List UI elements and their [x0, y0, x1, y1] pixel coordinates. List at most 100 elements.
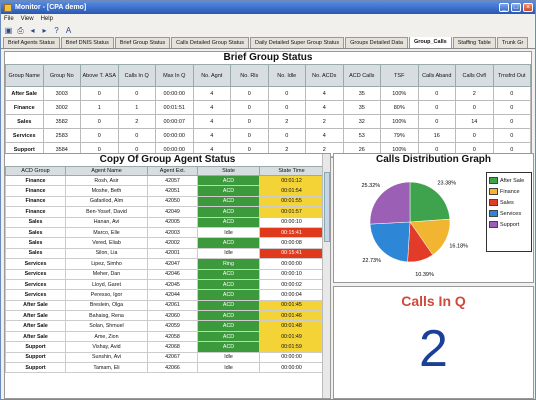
table-row[interactable]: After Sale 3003 0 0 00:00:00 4 0 0 4 35 100% 0 2 0	[5, 86, 531, 101]
minimize-button[interactable]: _	[499, 3, 509, 12]
menu-file[interactable]: File	[4, 16, 14, 22]
table-cell: 0	[492, 128, 531, 143]
table-row[interactable]: Finance Moshe, Beth 42051 ACD 00:01:54	[5, 185, 324, 197]
pie-slice-after-sale	[409, 181, 451, 223]
acd-group-cell: After Sale	[5, 299, 66, 312]
menu-help[interactable]: Help	[41, 16, 53, 22]
state-cell: ACD	[197, 289, 260, 301]
agent-name-cell: Vered, Eliab	[65, 237, 148, 249]
scrollbar-thumb[interactable]	[324, 172, 330, 242]
acd-group-cell: After Sale	[5, 320, 66, 332]
table-cell: 100%	[380, 114, 419, 129]
agent-name-cell: Sunshin, Avi	[65, 351, 148, 364]
tab-staffing-table[interactable]: Staffing Table	[452, 37, 496, 48]
tab-calls-detailed-group-status[interactable]: Calls Detailed Group Status	[171, 37, 250, 48]
table-row[interactable]: Services Meher, Dan 42046 ACD 00:00:10	[5, 268, 324, 280]
table-row[interactable]: Finance Ben-Yosef, David 42049 ACD 00:01:57	[5, 206, 324, 218]
state-time-cell: 00:00:10	[259, 268, 324, 280]
table-cell: 0	[230, 128, 269, 143]
column-header: Group No	[42, 64, 81, 87]
table-row[interactable]: Sales Silon, Lia 42001 Idle 00:15:41	[5, 247, 324, 260]
back-icon[interactable]: ◂	[28, 26, 37, 35]
table-row[interactable]: Finance 3002 1 1 00:01:51 4 0 0 4 35 80% 0 0 0	[5, 100, 531, 115]
table-row[interactable]: Services Peresso, Igor 42044 ACD 00:00:04	[5, 289, 324, 301]
table-cell: 0	[417, 114, 456, 129]
legend-label: Finance	[500, 188, 520, 195]
table-row[interactable]: Finance Gafarilod, Alm 42050 ACD 00:01:55	[5, 195, 324, 208]
brief-group-table: Group Name Group No Above T. ASA Calls In Q…	[5, 64, 531, 157]
table-row[interactable]: After Sale Ame, Zion 42058 ACD 00:01:49	[5, 330, 324, 343]
table-row[interactable]: Sales Vered, Eliab 42002 ACD 00:00:08	[5, 237, 324, 249]
table-cell: 0	[80, 114, 119, 129]
agent-name-cell: Meher, Dan	[65, 268, 148, 280]
state-time-cell: 00:15:41	[259, 247, 324, 260]
agent-name-cell: Vishay, Avid	[65, 341, 148, 353]
agent-name-cell: Moshe, Beth	[65, 185, 148, 197]
acd-group-cell: Finance	[5, 206, 66, 218]
state-time-cell: 00:00:10	[259, 216, 324, 228]
tab-brief-agents-status[interactable]: Brief Agents Status	[3, 37, 60, 48]
agent-status-panel: Copy Of Group Agent Status ACD Group Agen…	[4, 153, 331, 399]
tab-groups-detailed-data[interactable]: Groups Detailed Data	[345, 37, 408, 48]
help-icon[interactable]: ?	[52, 26, 61, 35]
table-row[interactable]: Services Lloyd, Garet 42045 ACD 00:00:02	[5, 278, 324, 291]
table-cell: 35	[342, 100, 381, 115]
table-row[interactable]: After Sale Solan, Shmuel 42059 ACD 00:01:48	[5, 320, 324, 332]
column-header: Trnsfrd Out	[492, 64, 531, 87]
pie-label: 16.18%	[449, 243, 468, 249]
table-row[interactable]: After Sale Breslein, Olga 42061 ACD 00:01:45	[5, 299, 324, 312]
state-time-cell: 00:00:04	[259, 289, 324, 301]
table-cell: 00:01:51	[155, 100, 194, 115]
acd-group-cell: Sales	[5, 237, 66, 249]
agent-name-cell: Tamam, Eli	[65, 362, 148, 374]
state-cell: ACD	[197, 320, 260, 332]
tab-brief-group-status[interactable]: Brief Group Status	[114, 37, 171, 48]
table-cell: 14	[455, 114, 494, 129]
tab-bar: Brief Agents Status Brief DNIS Status Brie…	[1, 37, 535, 49]
agent-ext-cell: 42005	[147, 216, 198, 228]
tab-group-calls[interactable]: Group_Calls	[408, 37, 452, 48]
agent-table-scrollbar[interactable]	[322, 154, 330, 398]
state-cell: ACD	[197, 237, 260, 249]
table-row[interactable]: Support Sunshin, Avi 42067 Idle 00:00:00	[5, 351, 324, 364]
table-cell: 0	[492, 100, 531, 115]
table-row[interactable]: Services 2583 0 0 00:00:00 4 0 0 4 53 79% 16 0 0	[5, 128, 531, 143]
print-icon[interactable]: ⎙	[16, 26, 25, 35]
tab-trunk-gr[interactable]: Trunk Gr	[496, 37, 529, 48]
maximize-button[interactable]: □	[511, 3, 521, 12]
state-cell: ACD	[197, 174, 260, 187]
table-row[interactable]: Support Tamam, Eli 42066 Idle 00:00:00	[5, 362, 324, 374]
acd-group-cell: Services	[5, 258, 66, 270]
table-cell: 00:00:00	[155, 86, 194, 101]
agent-ext-cell: 42045	[147, 278, 198, 291]
tab-daily-detailed-super-group-status[interactable]: Daily Detailed Super Group Status	[250, 37, 345, 48]
state-cell: ACD	[197, 216, 260, 228]
agent-ext-cell: 42059	[147, 320, 198, 332]
pie-label: 23.38%	[437, 180, 456, 186]
agent-ext-cell: 42003	[147, 226, 198, 239]
table-row[interactable]: Sales 3582 0 2 00:00:07 4 0 2 2 32 100% 0 14 0	[5, 114, 531, 129]
column-header: Calls Aband	[417, 64, 456, 87]
column-header: Agent Name	[65, 166, 148, 176]
table-cell: 0	[230, 114, 269, 129]
acd-group-cell: After Sale	[5, 310, 66, 322]
forward-icon[interactable]: ▸	[40, 26, 49, 35]
agent-ext-cell: 42044	[147, 289, 198, 301]
tab-brief-dnis-status[interactable]: Brief DNIS Status	[60, 37, 114, 48]
menu-view[interactable]: View	[21, 16, 34, 22]
table-row[interactable]: Sales Marco, Elle 42003 Idle 00:15:41	[5, 226, 324, 239]
font-icon[interactable]: A	[64, 26, 73, 35]
acd-group-cell: Sales	[5, 247, 66, 260]
table-row[interactable]: Sales Hanan, Avi 42005 ACD 00:00:10	[5, 216, 324, 228]
table-cell: 3002	[42, 100, 81, 115]
table-row[interactable]: Finance Rosh, Asir 42057 ACD 00:01:12	[5, 174, 324, 187]
agent-ext-cell: 42049	[147, 206, 198, 218]
column-header: Group Name	[5, 64, 44, 87]
save-icon[interactable]: ▣	[4, 26, 13, 35]
brief-group-status-panel: Brief Group Status Group Name Group No Abo…	[4, 51, 532, 158]
close-button[interactable]: ×	[523, 3, 533, 12]
table-row[interactable]: Services Lipez, Simho 42047 Ring 00:00:00	[5, 258, 324, 270]
table-row[interactable]: Support Vishay, Avid 42068 ACD 00:01:59	[5, 341, 324, 353]
legend-swatch	[489, 188, 498, 195]
table-row[interactable]: After Sale Bahaisg, Rena 42060 ACD 00:01:46	[5, 310, 324, 322]
